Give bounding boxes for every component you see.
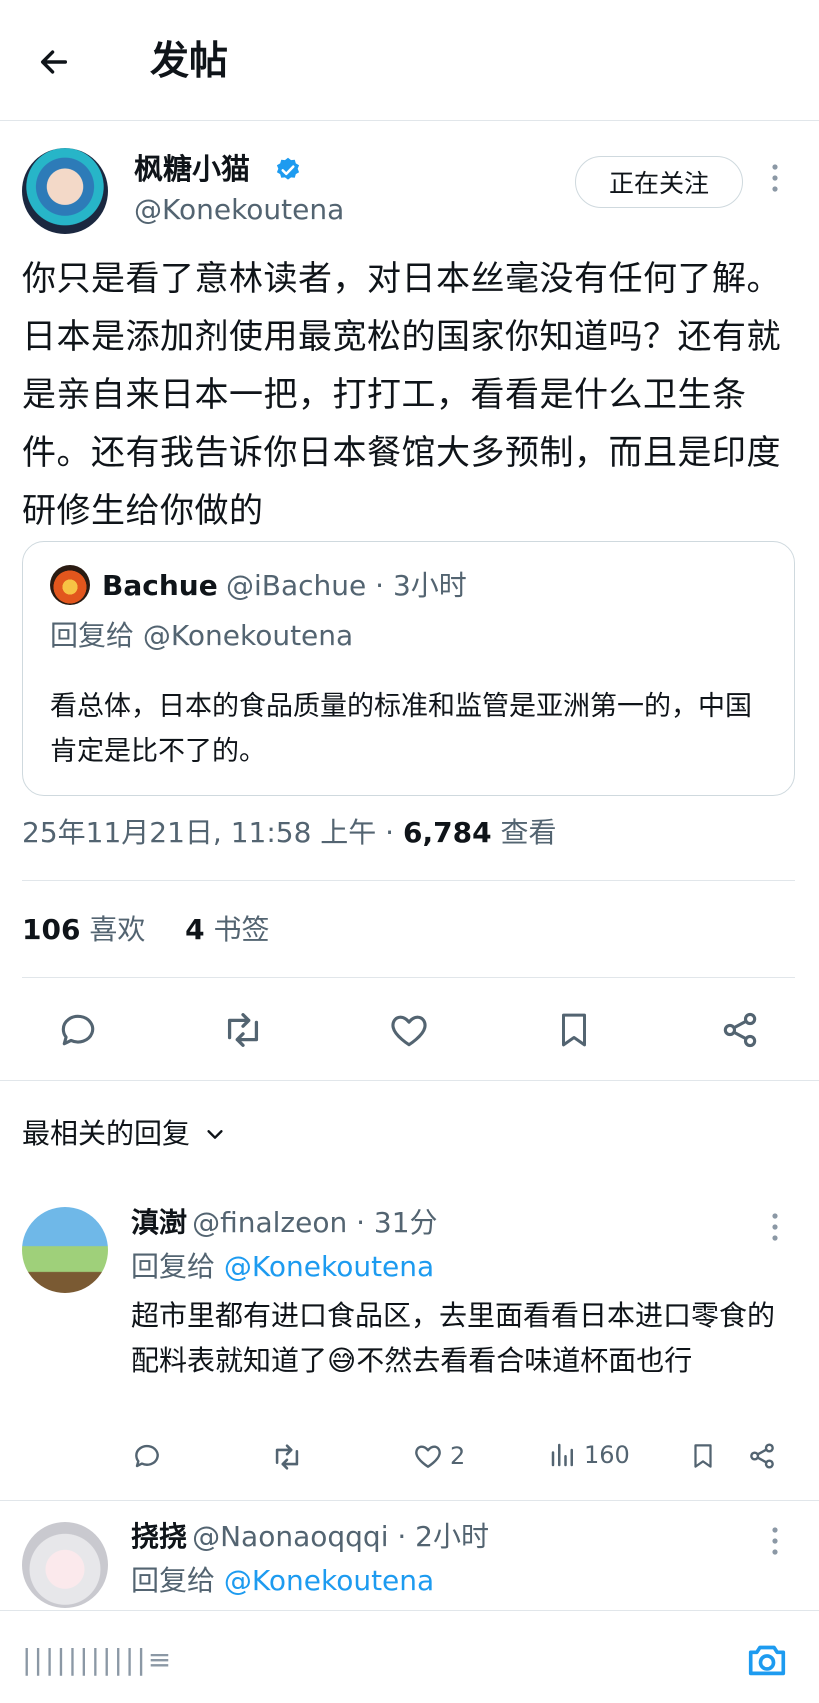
- bookmarks-stat[interactable]: 4 书签: [185, 913, 269, 946]
- reply-text: 超市里都有进口食品区，去里面看看日本进口零食的配料表就知道了😅不然去看看合味道杯…: [131, 1299, 776, 1377]
- quote-avatar: [50, 565, 90, 605]
- reply-views-button[interactable]: 160: [548, 1440, 630, 1470]
- more-options-icon[interactable]: [770, 162, 780, 194]
- retweet-button[interactable]: [216, 1003, 270, 1057]
- reply-to-prefix: 回复给: [131, 1250, 224, 1283]
- retweet-icon: [227, 1013, 259, 1047]
- bookmark-button[interactable]: [547, 1003, 601, 1057]
- header-divider: [0, 120, 819, 121]
- page-title: 发帖: [150, 39, 229, 84]
- bookmark-icon: [694, 1444, 712, 1468]
- reply-input[interactable]: |||||||||||≡: [22, 1640, 173, 1680]
- author-name[interactable]: 枫糖小猫: [134, 150, 250, 188]
- reply-retweet-button[interactable]: [270, 1440, 304, 1474]
- tweet-text: 你只是看了意林读者，对日本丝毫没有任何了解。日本是添加剂使用最宽松的国家你知道吗…: [22, 259, 781, 531]
- tweet-timestamp: 25年11月21日, 11:58 上午 · 6,784 查看: [22, 813, 556, 853]
- divider: [22, 880, 795, 881]
- timestamp-text: 25年11月21日, 11:58 上午 ·: [22, 816, 403, 849]
- views-count: 6,784: [402, 816, 492, 849]
- reply-meta: @finalzeon · 31分: [192, 1206, 438, 1239]
- retweet-icon: [275, 1444, 299, 1470]
- likes-count: 106: [22, 913, 81, 946]
- reply-icon: [61, 1014, 95, 1046]
- share-icon: [750, 1443, 774, 1469]
- reply-to-handle[interactable]: @Konekoutena: [224, 1250, 434, 1283]
- reply-header: 滇澍 @finalzeon · 31分: [131, 1203, 438, 1243]
- section-divider: [0, 1080, 819, 1081]
- reply-sort-dropdown[interactable]: 最相关的回复: [22, 1114, 226, 1154]
- reply-share-button[interactable]: [746, 1440, 778, 1472]
- back-button[interactable]: [30, 38, 78, 86]
- reply-to-prefix: 回复给: [131, 1564, 224, 1597]
- bookmark-icon: [562, 1013, 586, 1047]
- reply-views-count: 160: [584, 1441, 630, 1469]
- reply-avatar[interactable]: [22, 1207, 108, 1293]
- heart-icon: [415, 1445, 441, 1468]
- reply-author-name[interactable]: 挠挠: [131, 1520, 187, 1553]
- reply-meta: @Naonaoqqqi · 2小时: [192, 1520, 489, 1553]
- author-handle[interactable]: @Konekoutena: [134, 191, 344, 229]
- more-options-icon[interactable]: [770, 1526, 780, 1556]
- following-button[interactable]: 正在关注: [575, 156, 743, 208]
- share-button[interactable]: [713, 1003, 767, 1057]
- reply-author-name[interactable]: 滇澍: [131, 1206, 187, 1239]
- divider: [22, 977, 795, 978]
- reply-avatar[interactable]: [22, 1522, 108, 1608]
- sort-label: 最相关的回复: [22, 1117, 191, 1150]
- reply-header: 挠挠 @Naonaoqqqi · 2小时: [131, 1517, 489, 1557]
- verified-badge-icon: [274, 156, 302, 184]
- share-icon: [723, 1012, 757, 1048]
- camera-icon[interactable]: [744, 1636, 790, 1682]
- more-options-icon[interactable]: [770, 1212, 780, 1242]
- chevron-down-icon: [207, 1130, 223, 1139]
- reply-to: 回复给 @Konekoutena: [131, 1247, 434, 1287]
- reply-icon: [135, 1444, 159, 1468]
- reply-to: 回复给 @Konekoutena: [131, 1561, 434, 1601]
- engagement-stats: 106 喜欢 4 书签: [22, 910, 270, 950]
- bookmarks-count: 4: [185, 913, 205, 946]
- reply-like-button[interactable]: 2: [412, 1440, 465, 1472]
- views-label: 查看: [491, 816, 557, 849]
- quote-author-name: Bachue: [102, 569, 218, 602]
- reply-to-handle[interactable]: @Konekoutena: [224, 1564, 434, 1597]
- quote-text: 看总体，日本的食品质量的标准和监管是亚洲第一的，中国肯定是比不了的。: [50, 691, 752, 767]
- author-avatar[interactable]: [22, 148, 108, 234]
- analytics-icon: [551, 1443, 573, 1467]
- arrow-left-icon: [40, 50, 68, 74]
- reply-divider: [0, 1500, 819, 1501]
- likes-stat[interactable]: 106 喜欢: [22, 913, 145, 946]
- reply-reply-button[interactable]: [131, 1440, 163, 1472]
- heart-icon: [391, 1015, 427, 1047]
- reply-bookmark-button[interactable]: [688, 1440, 718, 1472]
- quote-reply-to: 回复给 @Konekoutena: [50, 619, 354, 652]
- bookmarks-label: 书签: [204, 913, 270, 946]
- like-button[interactable]: [382, 1003, 436, 1057]
- reply-button[interactable]: [51, 1003, 105, 1057]
- reply-like-count: 2: [450, 1442, 466, 1470]
- quote-meta: @iBachue · 3小时: [226, 569, 467, 602]
- likes-label: 喜欢: [80, 913, 146, 946]
